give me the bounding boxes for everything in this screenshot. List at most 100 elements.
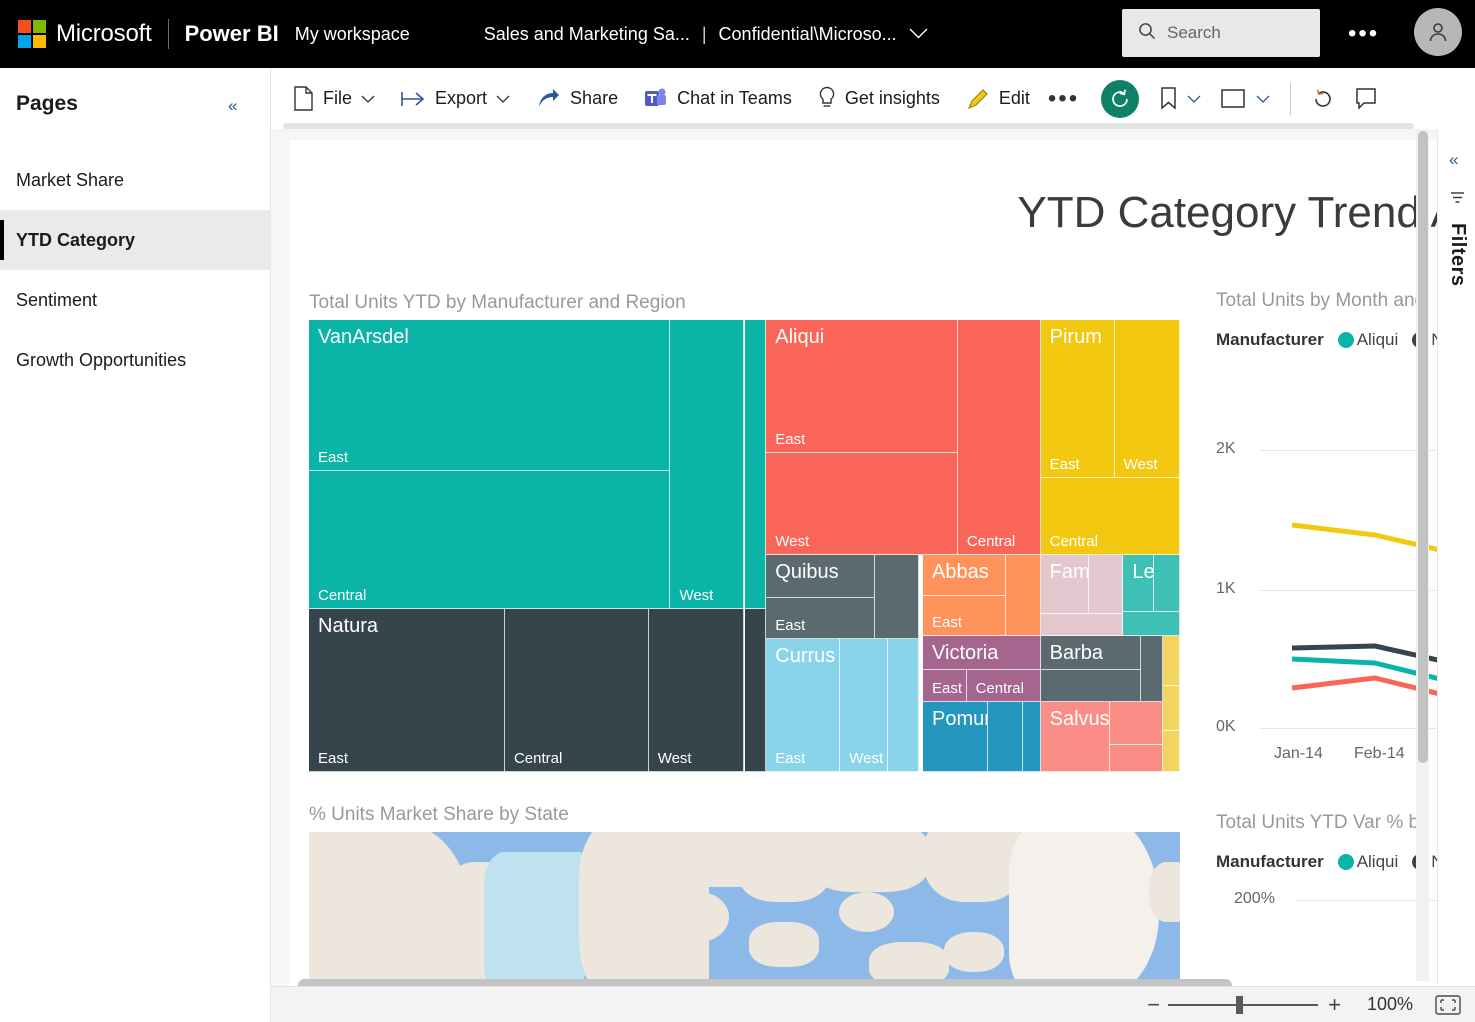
powerbi-wordmark[interactable]: Power BI [185,21,279,47]
page-item-label: Sentiment [16,290,97,311]
treemap-tile-region: East [932,680,962,697]
treemap-tile[interactable]: Currus East [766,639,840,772]
sensitivity-label[interactable]: Confidential\Microso... [719,24,897,45]
breadcrumb-separator: | [702,24,707,45]
treemap-tile[interactable]: Victoria [923,636,1041,670]
sidebar-item-sentiment[interactable]: Sentiment [0,270,271,330]
reset-to-default-button[interactable] [1101,80,1139,118]
zoom-slider[interactable] [1168,1004,1318,1006]
treemap-visual[interactable]: VanArsdel East Central West Natura East … [309,320,1180,772]
treemap-tile[interactable] [1163,686,1180,731]
report-title-breadcrumb[interactable]: Sales and Marketing Sa... [484,24,690,45]
treemap-tile[interactable]: Pomum [923,702,988,772]
topbar-more-button[interactable]: ••• [1348,20,1379,48]
fit-to-screen-button[interactable] [1435,995,1461,1015]
treemap-tile[interactable] [1110,702,1162,745]
bookmarks-button[interactable] [1153,79,1207,119]
treemap-tile-manufacturer: Currus [775,645,835,668]
chevron-down-icon [1256,92,1270,106]
treemap-tile[interactable] [1163,636,1180,686]
treemap-tile[interactable]: Central [309,471,670,609]
zoom-in-button[interactable]: + [1328,992,1341,1018]
treemap-tile[interactable]: West [649,609,745,772]
export-icon [401,90,426,108]
treemap-tile[interactable]: Quibus [766,555,875,598]
treemap-tile[interactable]: Central [1041,478,1180,555]
legend-item-aliqui[interactable]: Aliqui [1338,330,1399,350]
treemap-tile[interactable]: West [1115,320,1180,478]
export-menu-button[interactable]: Export [395,79,516,119]
treemap-tile[interactable]: West [766,453,958,555]
share-button[interactable]: Share [530,79,624,119]
command-bar-more-button[interactable]: ••• [1036,85,1091,113]
refresh-button[interactable] [1305,79,1341,119]
canvas-horizontal-scrollbar[interactable] [298,979,1244,986]
treemap-tile[interactable] [745,320,767,609]
treemap-tile[interactable] [745,609,767,772]
treemap-tile[interactable] [875,555,919,639]
treemap-tile[interactable]: West [670,320,744,609]
treemap-tile[interactable]: VanArsdel East [309,320,670,471]
treemap-tile[interactable] [1123,612,1180,637]
comments-button[interactable] [1349,79,1383,119]
treemap-tile-manufacturer: Aliqui [775,326,824,349]
chevron-down-icon[interactable] [909,27,928,42]
treemap-tile[interactable]: Fama [1041,555,1089,614]
y-axis-tick-1k: 1K [1216,580,1236,598]
line-chart-2-legend: Manufacturer Aliqui N [1216,852,1444,872]
zoom-slider-thumb[interactable] [1236,996,1243,1014]
treemap-tile[interactable]: Aliqui East [766,320,958,453]
avatar[interactable] [1414,8,1462,56]
filter-icon [1450,191,1465,205]
treemap-tile[interactable]: West [840,639,888,772]
treemap-tile[interactable] [1023,702,1040,772]
treemap-tile[interactable]: East [923,670,967,702]
bookmark-icon [1159,86,1178,111]
share-label: Share [570,88,618,109]
treemap-tile[interactable]: Central [505,609,649,772]
treemap-tile[interactable]: Natura East [309,609,505,772]
map-visual[interactable] [309,832,1180,986]
treemap-tile[interactable]: Central [967,670,1041,702]
search-input[interactable]: Search [1122,9,1320,57]
workspace-name[interactable]: My workspace [295,24,410,45]
collapse-pages-icon[interactable]: « [228,96,237,116]
treemap-tile[interactable]: Barba [1041,636,1141,670]
chevron-down-icon [496,92,510,106]
treemap-tile[interactable] [1006,555,1041,636]
treemap-tile[interactable]: Salvus [1041,702,1111,772]
treemap-tile[interactable]: Leo [1123,555,1153,612]
canvas-vertical-scroll-thumb[interactable] [1418,131,1428,763]
treemap-tile[interactable] [1141,636,1163,702]
treemap-tile[interactable]: East [766,598,875,639]
treemap-tile[interactable] [1154,555,1180,612]
canvas-horizontal-scroll-thumb[interactable] [298,979,1232,986]
view-mode-button[interactable] [1215,79,1276,119]
filters-pane-rail[interactable]: « Filters [1437,129,1475,986]
treemap-tile[interactable] [1041,614,1124,637]
treemap-tile[interactable]: East [923,596,1006,637]
edit-button[interactable]: Edit [960,79,1036,119]
treemap-tile[interactable] [1089,555,1124,614]
legend-color-dot [1338,332,1354,348]
legend-item-aliqui[interactable]: Aliqui [1338,852,1399,872]
treemap-tile[interactable] [1110,745,1162,772]
zoom-out-button[interactable]: − [1147,992,1160,1018]
file-menu-button[interactable]: File [287,79,381,119]
treemap-tile[interactable] [988,702,1023,772]
edit-label: Edit [999,88,1030,109]
treemap-tile[interactable]: Central [958,320,1041,555]
expand-filters-icon[interactable]: « [1449,150,1458,170]
treemap-tile[interactable] [1163,731,1180,772]
treemap-tile[interactable]: Abbas [923,555,1006,596]
sidebar-item-market-share[interactable]: Market Share [0,150,271,210]
treemap-tile[interactable] [888,639,918,772]
treemap-tile-region: East [318,750,348,767]
canvas-vertical-scrollbar[interactable] [1416,129,1429,981]
get-insights-button[interactable]: Get insights [812,79,946,119]
sidebar-item-growth-opportunities[interactable]: Growth Opportunities [0,330,271,390]
treemap-tile[interactable] [1041,670,1141,702]
treemap-tile[interactable]: Pirum East [1041,320,1115,478]
chat-in-teams-button[interactable]: Chat in Teams [638,79,798,119]
sidebar-item-ytd-category[interactable]: YTD Category [0,210,271,270]
